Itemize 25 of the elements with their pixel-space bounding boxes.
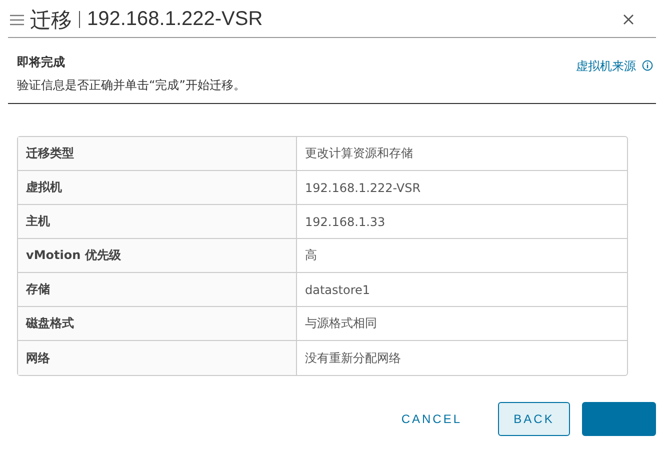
- row-label: 迁移类型: [26, 146, 74, 160]
- step-heading: 即将完成: [17, 54, 66, 71]
- row-label: 网络: [26, 350, 50, 364]
- title-separator: [79, 11, 80, 28]
- row-value: 与源格式相同: [305, 316, 377, 330]
- row-label: 磁盘格式: [26, 316, 74, 330]
- row-label: 存储: [26, 282, 50, 296]
- row-value: 192.168.1.33: [305, 214, 386, 228]
- back-button[interactable]: BACK: [498, 402, 570, 436]
- dialog-title: 迁移: [30, 6, 72, 34]
- close-icon[interactable]: [623, 14, 634, 25]
- row-value: 192.168.1.222-VSR: [305, 180, 421, 194]
- dialog-subtitle: 192.168.1.222-VSR: [87, 8, 263, 31]
- row-label: 虚拟机: [26, 180, 62, 194]
- info-icon[interactable]: [642, 60, 653, 71]
- row-value: 高: [305, 248, 317, 262]
- row-value: 更改计算资源和存储: [305, 146, 413, 160]
- step-description: 验证信息是否正确并单击“完成”开始迁移。: [17, 77, 246, 94]
- cancel-button[interactable]: CANCEL: [387, 402, 476, 436]
- row-label: vMotion 优先级: [26, 248, 121, 262]
- row-label: 主机: [26, 214, 50, 228]
- row-value: 没有重新分配网络: [305, 350, 401, 364]
- menu-icon[interactable]: [10, 14, 24, 26]
- row-value: datastore1: [305, 282, 370, 296]
- vm-origin-link[interactable]: 虚拟机来源: [576, 58, 636, 75]
